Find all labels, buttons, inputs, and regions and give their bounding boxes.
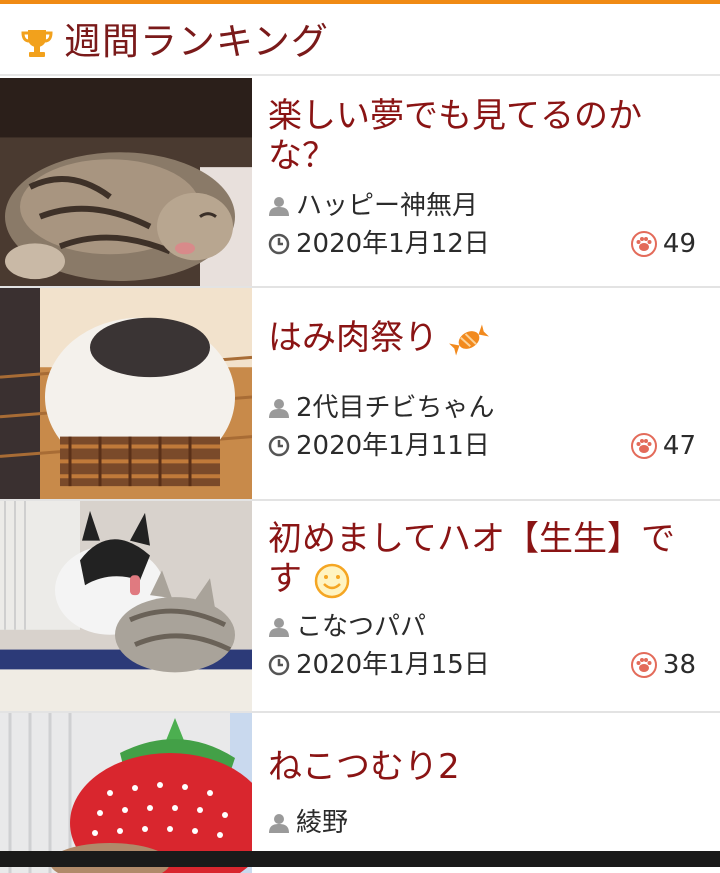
- paw-icon: [630, 231, 657, 257]
- clock-icon: [268, 435, 290, 457]
- strawberry-cat-image: [0, 713, 252, 873]
- post-title-link[interactable]: 楽しい夢でも見てるのかな？: [268, 96, 696, 176]
- like-count[interactable]: 49: [630, 228, 696, 260]
- user-icon: [269, 197, 289, 216]
- post-author: 綾野: [268, 807, 348, 839]
- post-thumbnail[interactable]: [0, 501, 252, 711]
- post-thumbnail[interactable]: [0, 78, 252, 286]
- list-item[interactable]: 楽しい夢でも見てるのかな？ ハッピー神無月 2020年1月12日 49: [0, 78, 720, 288]
- trophy-icon: [21, 30, 53, 57]
- post-author: こなつパパ: [268, 611, 426, 643]
- post-title-link[interactable]: はみ肉祭り: [268, 318, 696, 358]
- post-thumbnail[interactable]: [0, 713, 252, 873]
- list-item[interactable]: 初めましてハオ【生生】です こなつパパ 2020年1月15日 38: [0, 501, 720, 713]
- paw-icon: [630, 652, 657, 678]
- post-title-link[interactable]: 初めましてハオ【生生】です: [268, 519, 696, 600]
- smiley-icon: [314, 563, 350, 598]
- like-count[interactable]: 38: [630, 649, 696, 681]
- paw-icon: [630, 433, 657, 459]
- clock-icon: [268, 654, 290, 676]
- two-cats-image: [0, 501, 252, 711]
- post-thumbnail[interactable]: [0, 288, 252, 499]
- like-count[interactable]: 47: [630, 430, 696, 462]
- post-author: 2代目チビちゃん: [268, 392, 495, 424]
- list-item[interactable]: はみ肉祭り 2代目チビちゃん 2020年1月11日 47: [0, 288, 720, 501]
- post-date: 2020年1月11日: [268, 430, 490, 462]
- post-author: ハッピー神無月: [268, 190, 478, 222]
- user-icon: [269, 618, 289, 637]
- list-item[interactable]: ねこつむり2 綾野: [0, 713, 720, 873]
- bottom-bar: [0, 851, 720, 867]
- ranking-list: 楽しい夢でも見てるのかな？ ハッピー神無月 2020年1月12日 49 はみ肉祭…: [0, 78, 720, 873]
- page-title: 週間ランキング: [64, 20, 329, 63]
- sleeping-cat-image: [0, 78, 252, 286]
- ranking-header: 週間ランキング: [0, 4, 720, 76]
- user-icon: [269, 399, 289, 418]
- post-date: 2020年1月15日: [268, 649, 490, 681]
- post-title-link[interactable]: ねこつむり2: [268, 747, 696, 787]
- basket-cat-image: [0, 288, 252, 499]
- post-date: 2020年1月12日: [268, 228, 490, 260]
- candy-icon: [448, 323, 489, 356]
- user-icon: [269, 814, 289, 833]
- clock-icon: [268, 233, 290, 255]
